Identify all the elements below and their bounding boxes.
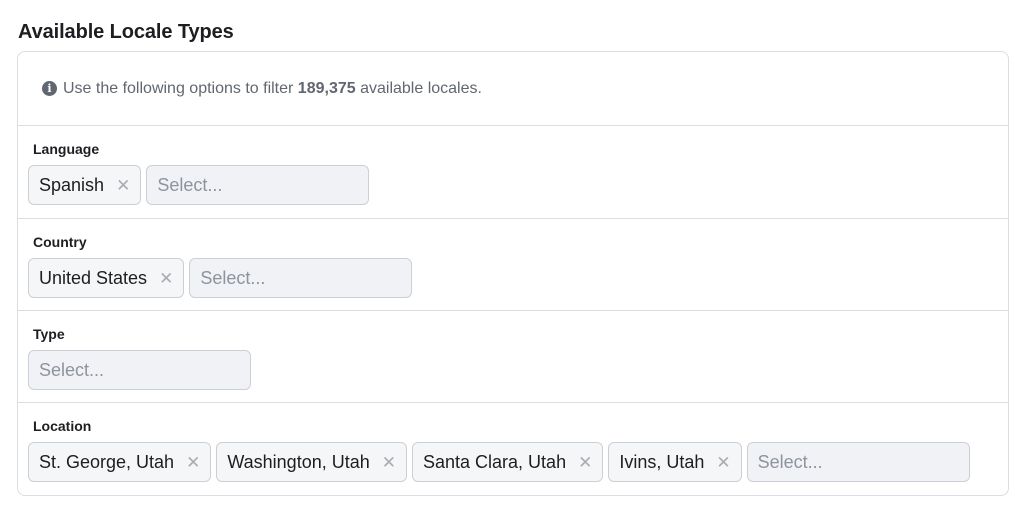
location-token[interactable]: Washington, Utah ✕ (216, 442, 407, 482)
location-token[interactable]: Ivins, Utah ✕ (608, 442, 742, 482)
close-icon[interactable]: ✕ (716, 454, 730, 471)
filter-card: i Use the following options to filter 18… (17, 51, 1009, 496)
filter-label-language: Language (33, 141, 100, 157)
close-icon[interactable]: ✕ (116, 177, 130, 194)
locale-count: 189,375 (297, 79, 356, 97)
close-icon[interactable]: ✕ (578, 454, 592, 471)
close-icon[interactable]: ✕ (159, 270, 173, 287)
info-text: Use the following options to filter 189,… (63, 80, 482, 98)
filter-row-language: Language Spanish ✕ Select... (18, 126, 1008, 219)
select-placeholder: Select... (200, 267, 266, 288)
token-label: Santa Clara, Utah (423, 451, 567, 472)
language-token[interactable]: Spanish ✕ (28, 165, 142, 205)
location-select-input[interactable]: Select... (746, 442, 970, 482)
type-select-input[interactable]: Select... (28, 350, 251, 390)
country-token[interactable]: United States ✕ (28, 258, 185, 298)
filter-row-country: Country United States ✕ Select... (18, 219, 1008, 311)
select-placeholder: Select... (157, 174, 223, 195)
location-token[interactable]: Santa Clara, Utah ✕ (412, 442, 604, 482)
info-suffix: available locales. (360, 79, 482, 97)
filter-label-type: Type (33, 326, 65, 342)
location-token[interactable]: St. George, Utah ✕ (28, 442, 212, 482)
language-select-input[interactable]: Select... (146, 165, 370, 205)
info-prefix: Use the following options to filter (63, 79, 294, 97)
filter-row-location: Location St. George, Utah ✕ Washington, … (18, 403, 1008, 495)
token-label: United States (39, 267, 148, 288)
token-label: Washington, Utah (227, 451, 370, 472)
info-icon: i (42, 81, 57, 96)
token-label: Spanish (39, 174, 105, 195)
filter-label-location: Location (33, 418, 92, 434)
country-select-input[interactable]: Select... (189, 258, 413, 298)
close-icon[interactable]: ✕ (382, 454, 396, 471)
close-icon[interactable]: ✕ (186, 454, 200, 471)
section-title: Available Locale Types (18, 21, 234, 43)
token-label: Ivins, Utah (619, 451, 705, 472)
filter-row-type: Type Select... (18, 311, 1008, 403)
page: Available Locale Types i Use the followi… (0, 0, 1024, 514)
filter-label-country: Country (33, 234, 87, 250)
info-banner: i Use the following options to filter 18… (18, 52, 1008, 126)
select-placeholder: Select... (39, 359, 105, 380)
select-placeholder: Select... (757, 451, 823, 472)
token-label: St. George, Utah (39, 451, 175, 472)
